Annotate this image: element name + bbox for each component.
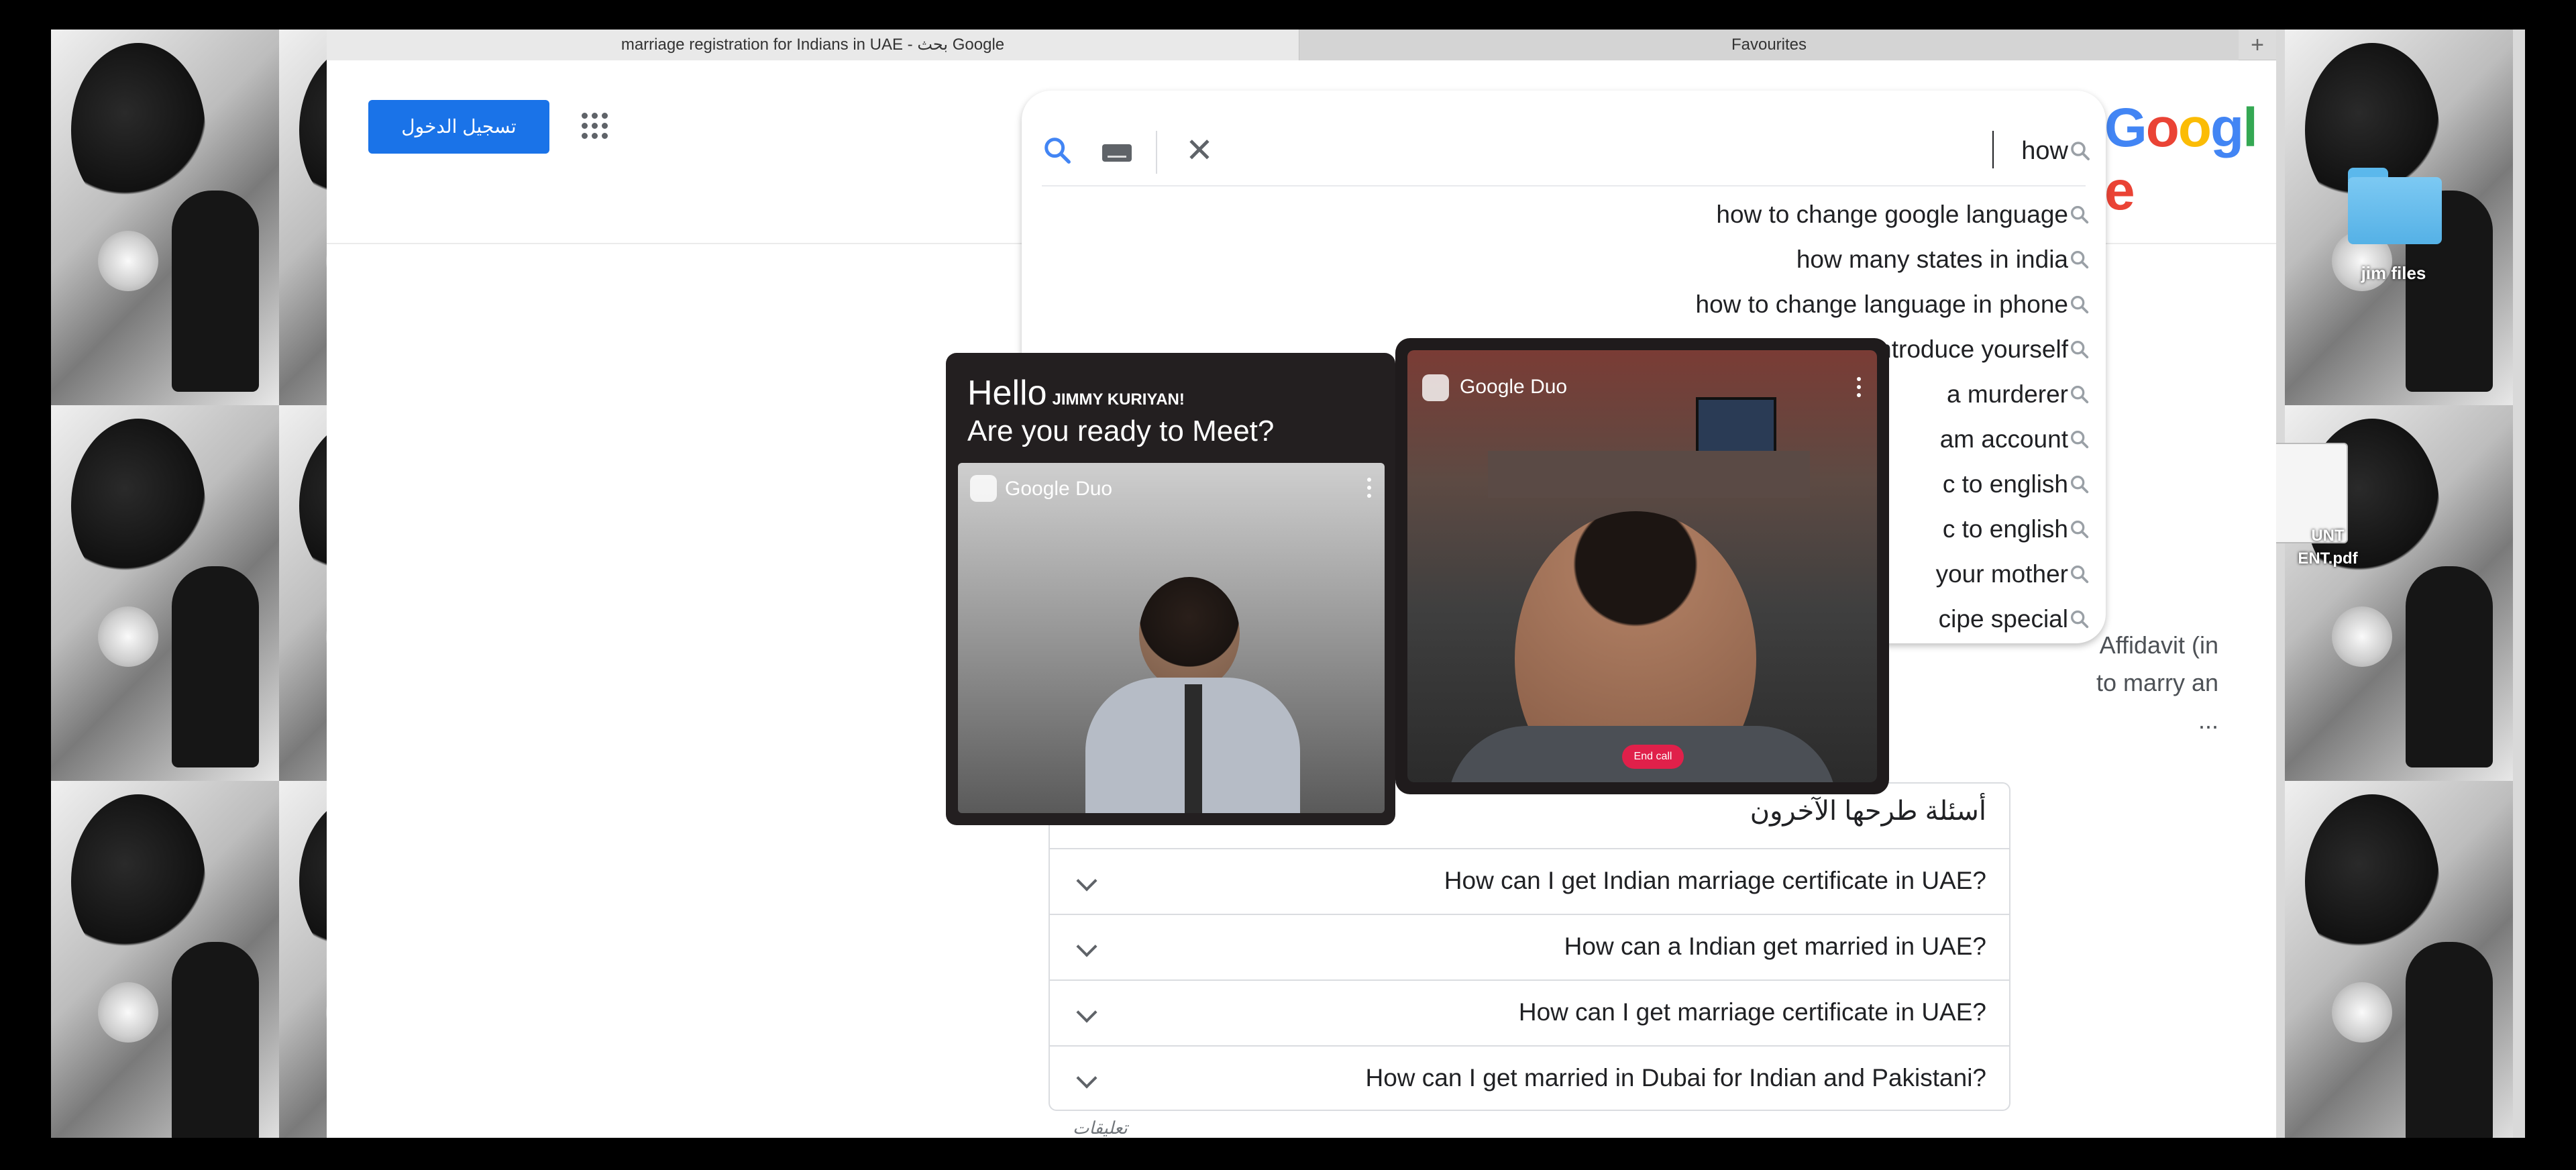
chevron-down-icon[interactable]	[1076, 936, 1097, 957]
search-icon[interactable]	[1042, 135, 1073, 166]
chevron-down-icon[interactable]	[1076, 1002, 1097, 1023]
paa-question-row[interactable]: How can I get married in Dubai for India…	[1050, 1045, 2009, 1111]
apps-grid-icon[interactable]	[582, 113, 608, 140]
google-logo-letter: g	[2210, 97, 2244, 158]
duo-brand-label: Google Duo	[1460, 376, 1568, 398]
duo-brand-label: Google Duo	[1005, 478, 1113, 500]
snippet-line: ...	[2198, 706, 2218, 734]
duo-greeting: Hello JIMMY KURIYAN!	[967, 373, 1185, 413]
google-logo-letter: l	[2243, 97, 2258, 158]
paa-question-row[interactable]: How can I get Indian marriage certificat…	[1050, 848, 2009, 914]
wallpaper-tile	[51, 30, 279, 405]
google-logo-letter: G	[2104, 97, 2147, 158]
suggestion-item[interactable]: a murderer	[1947, 372, 2068, 417]
duo-user-name: JIMMY KURIYAN!	[1052, 390, 1185, 409]
search-icon	[2070, 430, 2089, 449]
more-options-icon[interactable]	[1857, 377, 1861, 397]
search-icon	[2070, 295, 2089, 314]
search-icon	[2070, 250, 2089, 269]
tab-search-results[interactable]: marriage registration for Indians in UAE…	[327, 30, 1299, 60]
folder-label[interactable]: jim files	[2333, 263, 2454, 284]
suggestion-item[interactable]: how to change language in phone	[1696, 282, 2068, 327]
search-icon	[2070, 475, 2089, 494]
people-also-ask: أسئلة طرحها الآخرون How can I get Indian…	[1049, 782, 2010, 1111]
duo-invite-card[interactable]: Hello JIMMY KURIYAN! Are you ready to Mee…	[946, 353, 1395, 825]
google-logo-letter: e	[2104, 160, 2135, 221]
search-icon	[2070, 205, 2089, 224]
search-input[interactable]	[1994, 134, 2068, 168]
wallpaper-tile	[51, 781, 279, 1138]
keyboard-icon[interactable]	[1102, 144, 1132, 162]
sign-in-button[interactable]: تسجيل الدخول	[368, 100, 549, 154]
suggestion-item[interactable]: how many states in india	[1796, 237, 2068, 282]
search-icon	[2070, 385, 2089, 404]
google-logo-letter: o	[2178, 97, 2212, 158]
duo-video-preview[interactable]: Google Duo	[958, 463, 1385, 813]
paa-question[interactable]: How can a Indian get married in UAE?	[1564, 933, 1986, 961]
search-divider	[1156, 131, 1157, 174]
suggestion-item[interactable]: c to english	[1943, 462, 2068, 507]
suggestions-divider	[1042, 185, 2086, 187]
paa-question[interactable]: How can I get marriage certificate in UA…	[1519, 998, 1986, 1026]
result-snippet: Affidavit (in to marry an ...	[1870, 627, 2218, 739]
suggestion-item[interactable]: your mother	[1936, 552, 2068, 596]
duo-call-video[interactable]: Google Duo End call	[1407, 350, 1877, 782]
wallpaper-tile	[2285, 781, 2513, 1138]
chevron-down-icon[interactable]	[1076, 870, 1097, 892]
search-icon	[2071, 142, 2090, 160]
search-icon	[2070, 340, 2089, 359]
new-tab-button[interactable]: +	[2239, 30, 2276, 60]
end-call-button[interactable]: End call	[1622, 745, 1684, 769]
google-logo-letter: o	[2145, 97, 2180, 158]
duo-camera-icon	[970, 475, 997, 502]
tab-favourites[interactable]: Favourites	[1299, 30, 2239, 60]
search-icon	[2070, 565, 2089, 584]
paa-title: أسئلة طرحها الآخرون	[1750, 796, 1986, 826]
folder-icon[interactable]	[2348, 168, 2442, 248]
feedback-link[interactable]: تعليقات	[1073, 1118, 1128, 1138]
duo-hello-text: Hello	[967, 374, 1047, 413]
duo-call-window[interactable]: Google Duo End call	[1395, 338, 1889, 794]
suggestion-item[interactable]: am account	[1940, 417, 2068, 462]
paa-question-row[interactable]: How can I get marriage certificate in UA…	[1050, 979, 2009, 1045]
wallpaper-tile	[51, 405, 279, 781]
paa-question-row[interactable]: How can a Indian get married in UAE?	[1050, 914, 2009, 979]
suggestion-item[interactable]: c to english	[1943, 507, 2068, 551]
snippet-line: to marry an	[2096, 669, 2218, 696]
duo-question: Are you ready to Meet?	[967, 415, 1275, 447]
duo-camera-icon	[1422, 374, 1449, 401]
text-cursor	[1992, 131, 1994, 168]
search-icon	[2070, 520, 2089, 539]
more-options-icon[interactable]	[1367, 478, 1371, 498]
suggestion-item[interactable]: how to change google language	[1716, 193, 2068, 237]
clear-icon[interactable]: ✕	[1179, 131, 1220, 170]
chevron-down-icon[interactable]	[1076, 1067, 1097, 1089]
snippet-line: Affidavit (in	[2099, 631, 2218, 659]
paa-question[interactable]: How can I get Indian marriage certificat…	[1444, 867, 1986, 895]
screen: jim files UNT ENT.pdf marriage registrat…	[0, 0, 2576, 1170]
tab-bar: marriage registration for Indians in UAE…	[327, 30, 2276, 60]
paa-question[interactable]: How can I get married in Dubai for India…	[1365, 1064, 1986, 1092]
google-logo[interactable]: Googl e	[2104, 97, 2276, 223]
